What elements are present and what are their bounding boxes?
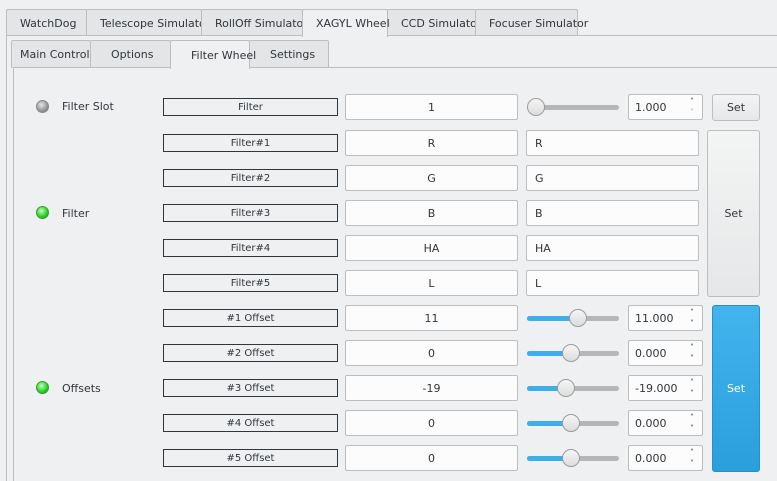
spin-up-icon[interactable]: ˄ [690,448,694,457]
filter-5-value: L [345,270,518,296]
offset-5-spinbox[interactable]: 0.000 ˄ ˅ [628,445,703,471]
spin-down-icon[interactable]: ˅ [690,354,694,363]
filter-1-element-name: Filter#1 [163,134,338,152]
property-tab-bar: Main Control Options Filter Wheel Settin… [11,40,329,69]
spin-down-icon[interactable]: ˅ [690,389,694,398]
spin-up-icon[interactable]: ˄ [690,378,694,387]
offset-1-slider[interactable] [527,305,619,331]
offset-3-spinbox[interactable]: -19.000 ˄ ˅ [628,375,703,401]
filter-2-input[interactable]: G [526,165,699,191]
tab-xagyl-wheel[interactable]: XAGYL Wheel [302,9,390,37]
offset-3-element-name: #3 Offset [163,379,338,397]
filter-slot-status-led [36,100,49,113]
offset-5-element-name: #5 Offset [163,449,338,467]
slider-handle[interactable] [562,414,580,432]
offset-3-slider[interactable] [527,375,619,401]
tab-options[interactable]: Options [90,40,171,68]
filter-3-element-name: Filter#3 [163,204,338,222]
offset-1-element-name: #1 Offset [163,309,338,327]
offset-1-spinbox[interactable]: 11.000 ˄ ˅ [628,305,703,331]
offset-2-slider[interactable] [527,340,619,366]
slider-handle[interactable] [557,379,575,397]
offset-2-element-name: #2 Offset [163,344,338,362]
slider-handle[interactable] [562,449,580,467]
offset-3-value: -19 [345,375,518,401]
filter-slot-slider[interactable] [527,94,619,120]
filter-4-input[interactable]: HA [526,235,699,261]
filter-label: Filter [62,207,90,220]
offset-2-value: 0 [345,340,518,366]
slider-handle[interactable] [562,344,580,362]
filter-3-value: B [345,200,518,226]
tab-rolloff-simulator[interactable]: RollOff Simulator [201,9,308,36]
tab-telescope-simulator[interactable]: Telescope Simulator [86,9,210,36]
filter-2-element-name: Filter#2 [163,169,338,187]
tab-ccd-simulator[interactable]: CCD Simulator [387,9,481,36]
spin-down-icon[interactable]: ˅ [690,424,694,433]
offset-4-element-name: #4 Offset [163,414,338,432]
filter-slot-label: Filter Slot [62,100,114,113]
spin-down-icon[interactable]: ˅ [690,108,694,117]
spin-down-icon[interactable]: ˅ [690,459,694,468]
filter-slot-set-button[interactable]: Set [712,94,760,121]
tab-settings[interactable]: Settings [249,40,329,68]
filter-5-input[interactable]: L [526,270,699,296]
filter-3-input[interactable]: B [526,200,699,226]
filter-slot-spinbox[interactable]: 1.000 ˄ ˅ [628,94,703,120]
offsets-set-button[interactable]: Set [712,305,760,472]
filter-5-element-name: Filter#5 [163,274,338,292]
offset-4-spinbox[interactable]: 0.000 ˄ ˅ [628,410,703,436]
filter-1-input[interactable]: R [526,130,699,156]
tab-filter-wheel[interactable]: Filter Wheel [170,40,256,69]
offsets-status-led [36,381,49,394]
tab-watchdog[interactable]: WatchDog [6,9,87,36]
filter-slot-value: 1 [345,94,518,120]
offset-1-value: 11 [345,305,518,331]
tab-focuser-simulator[interactable]: Focuser Simulator [475,9,588,36]
spin-up-icon[interactable]: ˄ [690,343,694,352]
device-tab-bar: WatchDog Telescope Simulator RollOff Sim… [6,9,588,37]
offset-5-value: 0 [345,445,518,471]
spin-up-icon[interactable]: ˄ [690,308,694,317]
filter-names-set-button[interactable]: Set [707,130,760,297]
filter-4-value: HA [345,235,518,261]
spin-down-icon[interactable]: ˅ [690,319,694,328]
filter-slot-element-name: Filter [163,98,338,116]
offset-4-slider[interactable] [527,410,619,436]
slider-handle[interactable] [569,309,587,327]
spin-up-icon[interactable]: ˄ [690,97,694,106]
slider-handle[interactable] [527,98,545,116]
spin-up-icon[interactable]: ˄ [690,413,694,422]
filter-status-led [36,206,49,219]
filter-2-value: G [345,165,518,191]
filter-4-element-name: Filter#4 [163,239,338,257]
filter-1-value: R [345,130,518,156]
tab-main-control[interactable]: Main Control [11,40,91,68]
offset-4-value: 0 [345,410,518,436]
offsets-label: Offsets [62,382,101,395]
offset-5-slider[interactable] [527,445,619,471]
offset-2-spinbox[interactable]: 0.000 ˄ ˅ [628,340,703,366]
